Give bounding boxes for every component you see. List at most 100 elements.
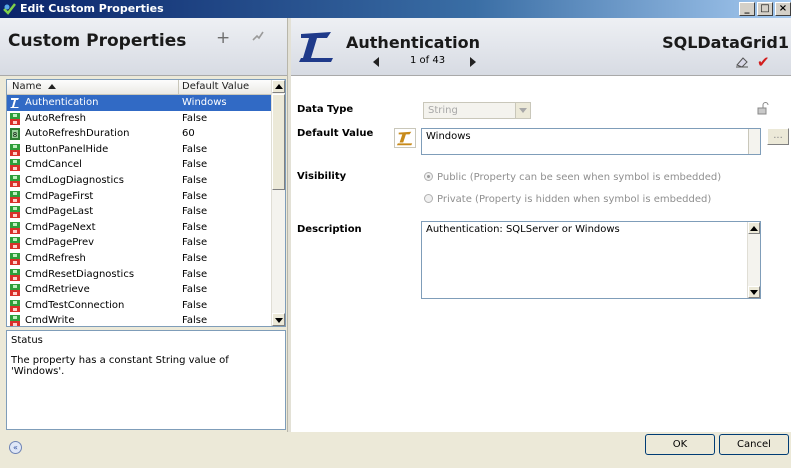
property-default-value: False: [182, 143, 208, 155]
property-name-heading: Authentication: [346, 33, 480, 52]
default-value-scrollbar[interactable]: [748, 129, 760, 154]
boolean-icon: [10, 284, 20, 297]
boolean-icon: [10, 268, 20, 281]
boolean-icon: [10, 237, 20, 250]
radio-selected-icon[interactable]: [424, 172, 433, 181]
maximize-button[interactable]: □: [757, 2, 773, 16]
string-type-icon: [299, 32, 333, 62]
ok-button[interactable]: OK: [645, 434, 715, 455]
column-header-name[interactable]: Name: [12, 81, 56, 92]
property-name: CmdLogDiagnostics: [25, 174, 124, 186]
boolean-icon: [10, 190, 20, 203]
property-list: Name Default Value Authentication Windows…: [6, 79, 286, 327]
property-default-value: False: [182, 206, 208, 218]
property-name: AutoRefreshDuration: [25, 128, 130, 140]
scroll-up-button[interactable]: [272, 80, 285, 93]
checkmark-icon[interactable]: ✔: [757, 53, 770, 71]
window-controls: _ □ ×: [739, 2, 791, 16]
scroll-thumb[interactable]: [272, 94, 285, 190]
scroll-down-button[interactable]: [272, 313, 285, 326]
list-item[interactable]: CmdResetDiagnostics False: [7, 267, 272, 283]
previous-property-button[interactable]: [373, 57, 379, 67]
app-icon: [3, 3, 16, 15]
property-name: CmdPagePrev: [25, 237, 95, 249]
status-panel: Status The property has a constant Strin…: [6, 330, 286, 430]
scroll-down-button[interactable]: [748, 286, 760, 298]
property-default-value: False: [182, 159, 208, 171]
property-name: CmdResetDiagnostics: [25, 268, 135, 280]
list-item[interactable]: AutoRefresh False: [7, 111, 272, 127]
list-item[interactable]: ButtonPanelHide False: [7, 142, 272, 158]
property-default-value: False: [182, 112, 208, 124]
cancel-button[interactable]: Cancel: [719, 434, 789, 455]
boolean-icon: [10, 206, 20, 219]
list-item[interactable]: CmdRetrieve False: [7, 282, 272, 298]
description-label: Description: [297, 224, 362, 235]
radio-icon[interactable]: [424, 194, 433, 203]
column-header-default[interactable]: Default Value: [182, 81, 249, 92]
data-type-select[interactable]: String: [423, 102, 531, 119]
default-value-label: Default Value: [297, 128, 374, 139]
property-position: 1 of 43: [410, 55, 446, 66]
list-item[interactable]: CmdPageLast False: [7, 204, 272, 220]
list-header: Name Default Value: [7, 80, 272, 95]
property-editor: Data Type String Default Value Windows .…: [291, 76, 791, 432]
list-rows: Authentication Windows AutoRefresh False 8 Au…: [7, 95, 272, 326]
list-item[interactable]: CmdPagePrev False: [7, 235, 272, 251]
property-default-value: False: [182, 284, 208, 296]
property-default-value: False: [182, 221, 208, 233]
boolean-icon: [10, 143, 20, 156]
add-property-button[interactable]: +: [216, 28, 230, 48]
string-t-icon[interactable]: [394, 128, 416, 148]
status-title: Status: [11, 335, 43, 346]
rename-icon[interactable]: [252, 31, 264, 41]
private-radio[interactable]: Private (Property is hidden when symbol …: [424, 194, 711, 205]
boolean-icon: [10, 112, 20, 125]
list-item[interactable]: Authentication Windows: [7, 95, 272, 111]
unlock-icon[interactable]: [757, 102, 769, 115]
list-item[interactable]: 8 AutoRefreshDuration 60: [7, 126, 272, 142]
property-name: CmdPageLast: [25, 206, 94, 218]
property-default-value: False: [182, 268, 208, 280]
close-button[interactable]: ×: [775, 2, 791, 16]
data-type-label: Data Type: [297, 104, 354, 115]
chevron-down-icon[interactable]: [515, 103, 530, 118]
boolean-icon: [10, 252, 20, 265]
boolean-icon: [10, 174, 20, 187]
boolean-icon: [10, 221, 20, 234]
default-value-input[interactable]: Windows: [421, 128, 761, 155]
property-name: CmdCancel: [25, 159, 82, 171]
list-scrollbar[interactable]: [271, 80, 285, 326]
string-t-icon: [10, 98, 19, 108]
minimize-button[interactable]: _: [739, 2, 755, 16]
property-name: CmdRetrieve: [25, 284, 90, 296]
status-text: The property has a constant String value…: [11, 355, 229, 377]
boolean-icon: [10, 299, 20, 312]
scroll-up-button[interactable]: [748, 222, 760, 234]
list-item[interactable]: CmdRefresh False: [7, 251, 272, 267]
list-item[interactable]: CmdPageFirst False: [7, 189, 272, 205]
collapse-toggle-icon[interactable]: «: [9, 441, 22, 454]
eraser-icon[interactable]: [735, 56, 749, 68]
list-item[interactable]: CmdPageNext False: [7, 220, 272, 236]
property-name: CmdTestConnection: [25, 299, 125, 311]
next-property-button[interactable]: [470, 57, 476, 67]
property-name: CmdRefresh: [25, 252, 86, 264]
public-radio[interactable]: Public (Property can be seen when symbol…: [424, 172, 721, 183]
integer-icon: 8: [10, 128, 20, 141]
boolean-icon: [10, 315, 20, 326]
list-item[interactable]: CmdLogDiagnostics False: [7, 173, 272, 189]
browse-button[interactable]: ...: [767, 128, 789, 145]
description-scrollbar[interactable]: [747, 222, 760, 298]
property-name: CmdPageNext: [25, 221, 96, 233]
svg-text:8: 8: [13, 131, 17, 139]
property-default-value: False: [182, 237, 208, 249]
right-panel-header: Authentication SQLDataGrid1 1 of 43 ✔: [291, 18, 791, 76]
property-default-value: False: [182, 190, 208, 202]
description-textarea[interactable]: Authentication: SQLServer or Windows: [421, 221, 761, 299]
list-item[interactable]: CmdTestConnection False: [7, 298, 272, 314]
list-item[interactable]: CmdCancel False: [7, 157, 272, 173]
symbol-name: SQLDataGrid1: [662, 33, 789, 52]
column-divider[interactable]: [178, 80, 179, 95]
list-item[interactable]: CmdWrite False: [7, 313, 272, 326]
